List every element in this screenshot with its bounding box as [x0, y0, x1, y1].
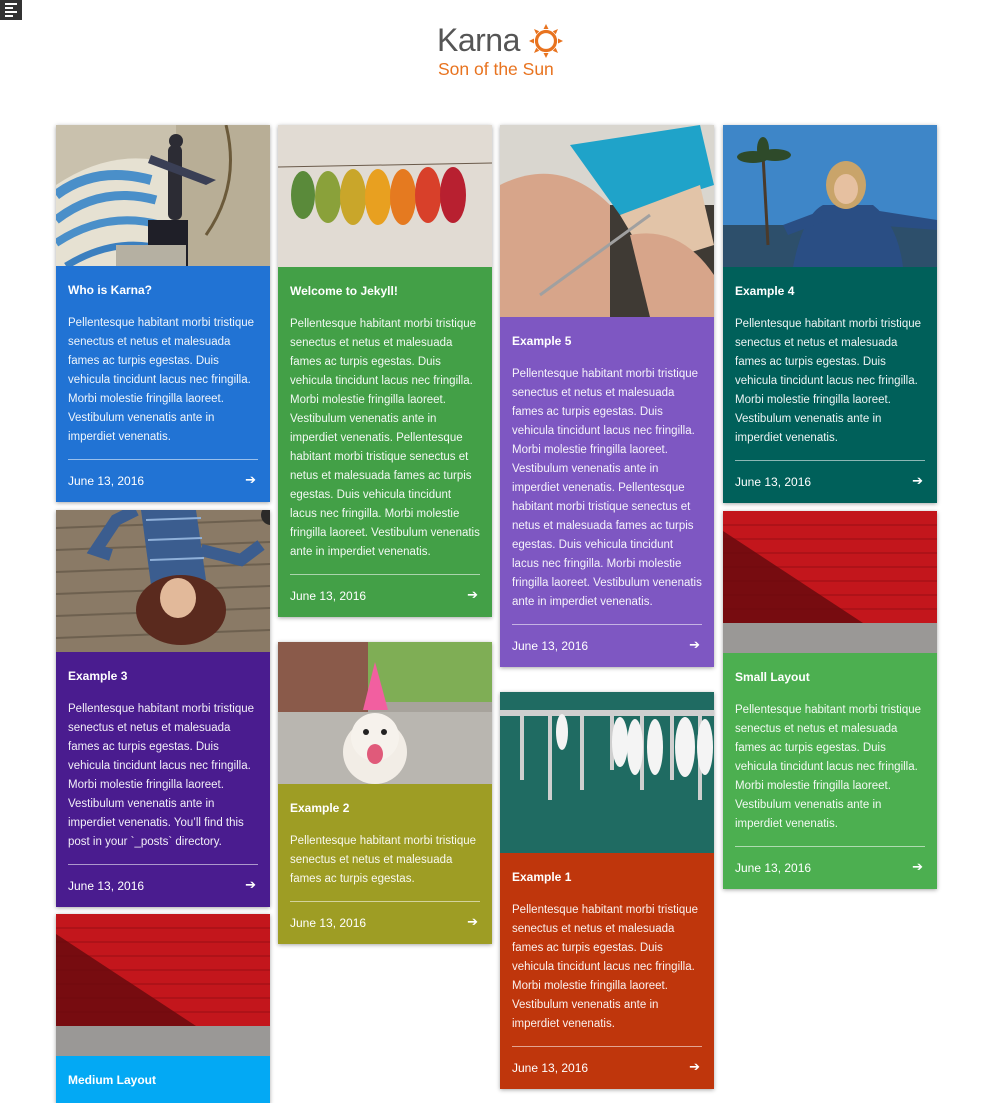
arrow-right-icon[interactable]: ➔ — [245, 472, 256, 488]
post-title[interactable]: Example 3 — [68, 669, 258, 683]
post-title[interactable]: Small Layout — [735, 670, 925, 684]
woman-palm-sky-image — [723, 125, 937, 267]
post-card-medium-layout[interactable]: Medium Layout — [56, 914, 270, 1103]
dog-party-hat-image — [278, 642, 492, 784]
site-title: Karna — [437, 22, 520, 58]
post-card-example-2[interactable]: Example 2 Pellentesque habitant morbi tr… — [278, 642, 492, 944]
post-title[interactable]: Example 5 — [512, 334, 702, 348]
post-date: June 13, 2016 — [512, 1061, 589, 1075]
red-wall-image — [723, 511, 937, 653]
arrow-right-icon[interactable]: ➔ — [912, 859, 923, 875]
shoemaker-hands-image — [500, 125, 714, 317]
marina-boats-image — [500, 692, 714, 853]
site-tagline: Son of the Sun — [438, 59, 554, 79]
arrow-right-icon[interactable]: ➔ — [467, 914, 478, 930]
arrow-right-icon[interactable]: ➔ — [467, 587, 478, 603]
hamburger-menu-icon[interactable] — [0, 0, 22, 20]
arrow-right-icon[interactable]: ➔ — [912, 473, 923, 489]
post-excerpt: Pellentesque habitant morbi tristique se… — [512, 904, 699, 1030]
arrow-right-icon[interactable]: ➔ — [245, 877, 256, 893]
post-title[interactable]: Medium Layout — [68, 1073, 258, 1087]
post-excerpt: Pellentesque habitant morbi tristique se… — [512, 368, 702, 608]
post-title[interactable]: Example 1 — [512, 870, 702, 884]
post-excerpt: Pellentesque habitant morbi tristique se… — [735, 318, 922, 444]
post-card-example-5[interactable]: Example 5 Pellentesque habitant morbi tr… — [500, 125, 714, 667]
post-date: June 13, 2016 — [512, 639, 589, 653]
woman-lying-on-deck-image — [56, 510, 270, 652]
post-card-example-4[interactable]: Example 4 Pellentesque habitant morbi tr… — [723, 125, 937, 503]
post-date: June 13, 2016 — [290, 916, 367, 930]
post-title[interactable]: Welcome to Jekyll! — [290, 284, 480, 298]
post-date: June 13, 2016 — [735, 475, 812, 489]
post-title[interactable]: Who is Karna? — [68, 283, 258, 297]
post-title[interactable]: Example 2 — [290, 801, 480, 815]
archer-statue-image — [56, 125, 270, 266]
post-excerpt: Pellentesque habitant morbi tristique se… — [68, 317, 255, 443]
post-date: June 13, 2016 — [290, 589, 367, 603]
post-excerpt: Pellentesque habitant morbi tristique se… — [735, 704, 922, 830]
post-card-welcome-to-jekyll[interactable]: Welcome to Jekyll! Pellentesque habitant… — [278, 125, 492, 617]
post-excerpt: Pellentesque habitant morbi tristique se… — [290, 318, 480, 558]
post-date: June 13, 2016 — [68, 474, 145, 488]
post-excerpt: Pellentesque habitant morbi tristique se… — [68, 703, 255, 848]
red-wall-image — [56, 914, 270, 1056]
post-card-example-1[interactable]: Example 1 Pellentesque habitant morbi tr… — [500, 692, 714, 1089]
post-excerpt: Pellentesque habitant morbi tristique se… — [290, 835, 477, 885]
arrow-right-icon[interactable]: ➔ — [689, 1059, 700, 1075]
post-card-small-layout[interactable]: Small Layout Pellentesque habitant morbi… — [723, 511, 937, 889]
post-card-who-is-karna[interactable]: Who is Karna? Pellentesque habitant morb… — [56, 125, 270, 502]
post-card-example-3[interactable]: Example 3 Pellentesque habitant morbi tr… — [56, 510, 270, 907]
arrow-right-icon[interactable]: ➔ — [689, 637, 700, 653]
sun-icon — [529, 24, 563, 58]
site-logo[interactable]: Karna Son of the Sun — [437, 22, 567, 82]
autumn-leaves-image — [278, 125, 492, 267]
post-date: June 13, 2016 — [68, 879, 145, 893]
post-date: June 13, 2016 — [735, 861, 812, 875]
post-title[interactable]: Example 4 — [735, 284, 925, 298]
